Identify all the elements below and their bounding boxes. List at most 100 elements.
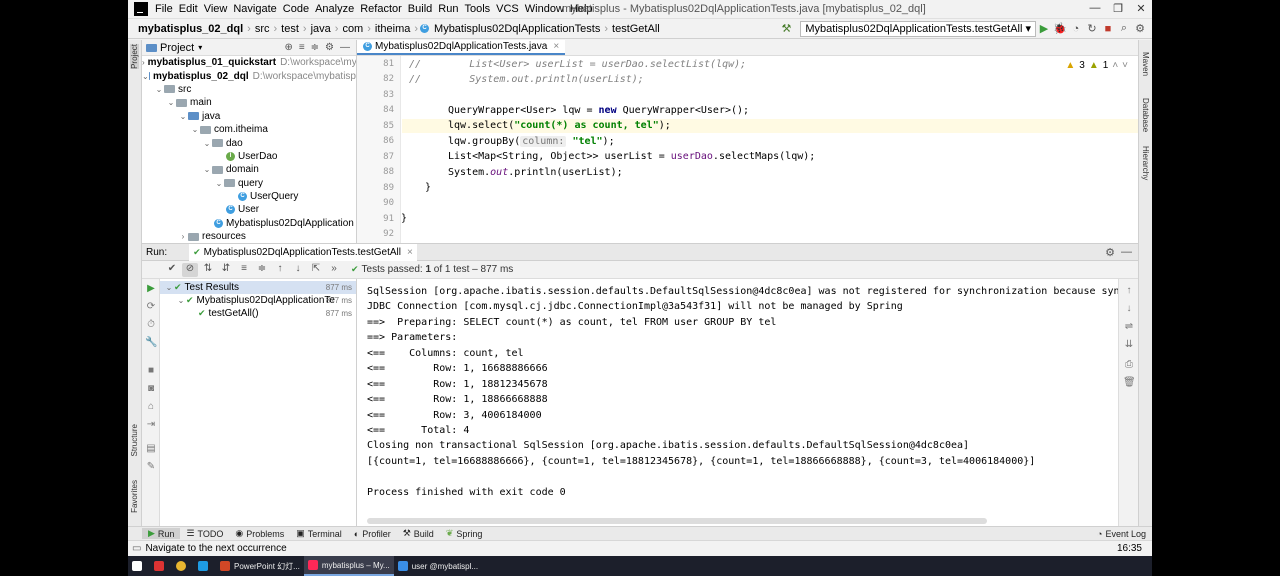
tree-item-userquery[interactable]: C UserQuery bbox=[142, 190, 356, 203]
menu-tools[interactable]: Tools bbox=[461, 3, 493, 15]
run-tab[interactable]: ✔ Mybatisplus02DqlApplicationTests.testGe… bbox=[189, 243, 417, 261]
tree-item-java[interactable]: ⌄ java bbox=[142, 110, 356, 123]
menu-analyze[interactable]: Analyze bbox=[312, 3, 357, 15]
run-config-dropdown[interactable]: Mybatisplus02DqlApplicationTests.testGet… bbox=[800, 20, 1036, 37]
run-icon[interactable]: ▶ bbox=[1036, 22, 1052, 35]
menu-build[interactable]: Build bbox=[405, 3, 435, 15]
sort-alpha-icon[interactable]: ⇅ bbox=[200, 263, 216, 277]
tree-item-main[interactable]: ⌄ main bbox=[142, 96, 356, 109]
menu-navigate[interactable]: Navigate bbox=[230, 3, 279, 15]
close-run-tab-icon[interactable]: × bbox=[407, 247, 413, 258]
chrome-icon[interactable] bbox=[172, 556, 194, 576]
rerun-failed-icon[interactable]: ⟳ bbox=[145, 301, 157, 313]
close-icon[interactable]: ✕ bbox=[1134, 2, 1148, 16]
menu-file[interactable]: File bbox=[152, 3, 176, 15]
menu-view[interactable]: View bbox=[201, 3, 231, 15]
scroll-to-end-icon[interactable]: ⇊ bbox=[1123, 339, 1135, 351]
menu-edit[interactable]: Edit bbox=[176, 3, 201, 15]
cursor-position[interactable]: 16:35 bbox=[1117, 543, 1142, 554]
tree-item-package[interactable]: ⌄ com.itheima bbox=[142, 123, 356, 136]
camera-icon[interactable]: ◙ bbox=[145, 383, 157, 395]
tree-item-dql[interactable]: ⌄ mybatisplus_02_dql D:\workspace\mybatisp bbox=[142, 69, 356, 82]
maximize-icon[interactable]: ❐ bbox=[1111, 2, 1125, 16]
tree-item-application[interactable]: C Mybatisplus02DqlApplication bbox=[142, 217, 356, 230]
print-icon[interactable]: ⎙ bbox=[1123, 359, 1135, 371]
taskbar-intellij[interactable]: mybatisplus – My... bbox=[303, 556, 394, 576]
menu-code[interactable]: Code bbox=[280, 3, 312, 15]
expand-all-icon[interactable]: ≡ bbox=[236, 263, 252, 277]
tool-event-log[interactable]: ◔ Event Log bbox=[1091, 529, 1152, 539]
dump-threads-icon[interactable]: ⌂ bbox=[145, 401, 157, 413]
start-icon[interactable] bbox=[128, 556, 150, 576]
favorites-tool-tab[interactable]: Favorites bbox=[130, 480, 139, 513]
tool-run[interactable]: ▶ Run bbox=[142, 528, 181, 539]
close-tab-icon[interactable]: × bbox=[553, 41, 559, 52]
horizontal-scrollbar[interactable] bbox=[367, 518, 987, 524]
tree-item-src[interactable]: ⌄ src bbox=[142, 83, 356, 96]
sort-duration-icon[interactable]: ⇵ bbox=[218, 263, 234, 277]
layout-icon[interactable]: ▤ bbox=[145, 443, 157, 455]
coverage-icon[interactable]: ◔ bbox=[1068, 23, 1084, 35]
trash-icon[interactable]: 🗑 bbox=[1123, 377, 1136, 389]
debug-icon[interactable]: 🐞 bbox=[1052, 22, 1068, 35]
collapse-all-icon[interactable]: ≑ bbox=[254, 263, 270, 277]
menu-window[interactable]: Window bbox=[522, 3, 567, 15]
breadcrumb-test[interactable]: test bbox=[279, 23, 301, 35]
hammer-icon[interactable]: ⚒ bbox=[778, 22, 794, 35]
hierarchy-tool-tab[interactable]: Hierarchy bbox=[1141, 146, 1150, 180]
rerun-icon[interactable]: ▶ bbox=[145, 283, 157, 295]
tree-item-dao[interactable]: ⌄ dao bbox=[142, 136, 356, 149]
app-icon[interactable] bbox=[194, 556, 216, 576]
breadcrumb-com[interactable]: com bbox=[340, 23, 365, 35]
test-method-node[interactable]: ✔ testGetAll() 877 ms bbox=[160, 307, 356, 320]
minimize-icon[interactable]: — bbox=[1088, 2, 1102, 16]
tree-item-resources[interactable]: › resources bbox=[142, 230, 356, 243]
toggle-auto-test-icon[interactable]: ⏱ bbox=[145, 319, 157, 331]
structure-tool-tab[interactable]: Structure bbox=[130, 424, 139, 456]
gear-icon[interactable]: ⚙ bbox=[1105, 246, 1115, 259]
previous-failed-icon[interactable]: ↑ bbox=[272, 263, 288, 277]
test-results-root[interactable]: ⌄ ✔ Test Results 877 ms bbox=[160, 281, 356, 294]
breadcrumb-method[interactable]: testGetAll bbox=[610, 23, 662, 35]
tree-item-quickstart[interactable]: › mybatisplus_01_quickstart D:\workspace\m… bbox=[142, 56, 356, 69]
show-ignored-icon[interactable]: ⊘ bbox=[182, 262, 198, 277]
editor-tab-active[interactable]: C Mybatisplus02DqlApplicationTests.java × bbox=[357, 40, 566, 55]
console-output[interactable]: SqlSession [org.apache.ibatis.session.de… bbox=[357, 279, 1118, 526]
project-panel-tools[interactable]: ⊕≡≑⚙— bbox=[284, 42, 356, 53]
chevron-up-icon[interactable]: ˄ bbox=[1112, 60, 1118, 71]
menu-vcs[interactable]: VCS bbox=[493, 3, 522, 15]
scroll-up-icon[interactable]: ↑ bbox=[1123, 285, 1135, 297]
tree-item-user[interactable]: C User bbox=[142, 203, 356, 216]
app-icon[interactable] bbox=[150, 556, 172, 576]
tool-build[interactable]: ⚒ Build bbox=[397, 528, 440, 539]
tool-spring[interactable]: ❦ Spring bbox=[440, 528, 489, 539]
project-panel-title[interactable]: Project bbox=[160, 42, 194, 54]
tool-profiler[interactable]: ◐ Profiler bbox=[348, 529, 397, 539]
tree-item-userdao[interactable]: I UserDao bbox=[142, 150, 356, 163]
next-failed-icon[interactable]: ↓ bbox=[290, 263, 306, 277]
export-icon[interactable]: ⇱ bbox=[308, 263, 324, 277]
profile-icon[interactable]: ↻ bbox=[1084, 22, 1100, 35]
taskbar-navicat[interactable]: user @mybatispl... bbox=[394, 556, 482, 576]
project-tool-tab[interactable]: Project bbox=[130, 44, 139, 69]
menu-refactor[interactable]: Refactor bbox=[357, 3, 405, 15]
wrench-icon[interactable]: 🔧 bbox=[145, 337, 157, 349]
test-class-node[interactable]: ⌄ ✔ Mybatisplus02DqlApplicationTe 877 ms bbox=[160, 294, 356, 307]
taskbar-powerpoint[interactable]: PowerPoint 幻灯... bbox=[216, 556, 304, 576]
soft-wrap-icon[interactable]: ⇌ bbox=[1123, 321, 1135, 333]
exit-icon[interactable]: ⇥ bbox=[145, 419, 157, 431]
stop-icon[interactable]: ■ bbox=[1100, 23, 1116, 35]
chevron-down-icon[interactable]: ˅ bbox=[1122, 60, 1128, 71]
tool-todo[interactable]: ☰ TODO bbox=[180, 528, 229, 539]
stop-icon[interactable]: ■ bbox=[145, 365, 157, 377]
pin-icon[interactable]: ✎ bbox=[145, 461, 157, 473]
settings-icon[interactable]: ⚙ bbox=[1132, 22, 1148, 35]
breadcrumb-src[interactable]: src bbox=[253, 23, 272, 35]
show-passed-icon[interactable]: ✔ bbox=[164, 263, 180, 277]
inspection-widget[interactable]: ▲ 3 ▲ 1 ˄ ˅ bbox=[1065, 60, 1128, 71]
scroll-down-icon[interactable]: ↓ bbox=[1123, 303, 1135, 315]
more-icon[interactable]: » bbox=[326, 263, 342, 277]
breadcrumb-java[interactable]: java bbox=[309, 23, 333, 35]
tool-problems[interactable]: ◉ Problems bbox=[229, 528, 290, 539]
tool-terminal[interactable]: ▣ Terminal bbox=[290, 528, 348, 539]
